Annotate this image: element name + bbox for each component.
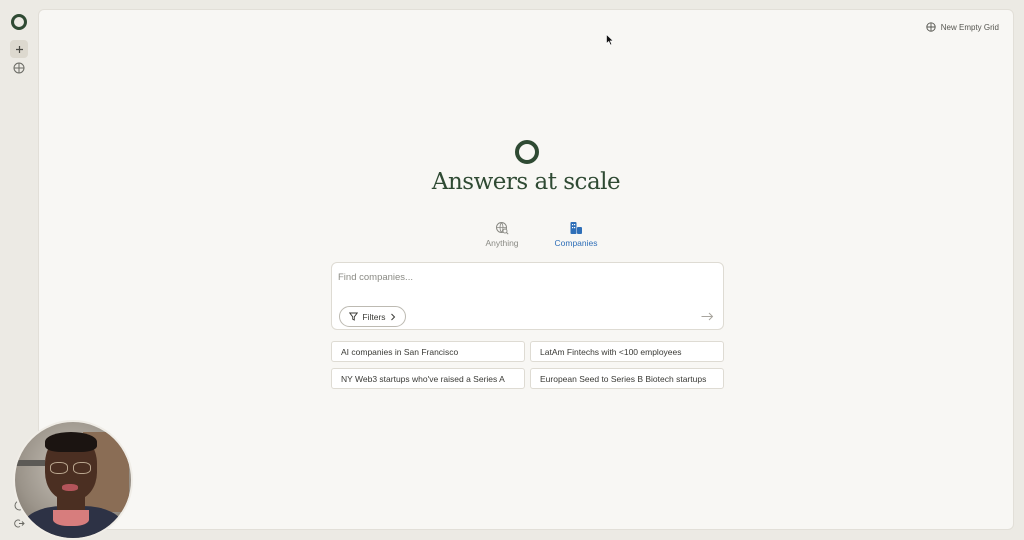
search-box: Filters [331, 262, 724, 330]
webcam-background [15, 460, 45, 466]
webcam-person [45, 432, 97, 452]
filter-icon [349, 312, 359, 321]
building-icon [570, 222, 582, 234]
mouse-cursor-icon [606, 33, 614, 51]
globe-search-icon [496, 222, 509, 235]
suggestion-chip[interactable]: LatAm Fintechs with <100 employees [530, 341, 724, 362]
search-mode-tabs: Anything Companies [459, 221, 619, 249]
webcam-overlay [13, 420, 133, 540]
main-panel: New Empty Grid Answers at scale Anything… [38, 9, 1014, 530]
suggestion-chip[interactable]: AI companies in San Francisco [331, 341, 525, 362]
filters-button[interactable]: Filters [339, 306, 406, 327]
suggestion-chip[interactable]: European Seed to Series B Biotech startu… [530, 368, 724, 389]
webcam-person [62, 484, 78, 491]
plus-icon[interactable] [10, 40, 28, 58]
new-empty-grid-label: New Empty Grid [940, 22, 999, 32]
brand-logo [515, 140, 539, 164]
grid-icon [926, 22, 936, 32]
tab-companies[interactable]: Companies [546, 221, 606, 249]
arrow-right-icon [701, 312, 713, 320]
grid-icon[interactable] [10, 59, 28, 77]
webcam-person [50, 462, 68, 474]
filters-label: Filters [362, 311, 386, 322]
submit-arrow-button[interactable] [699, 309, 715, 323]
tab-anything[interactable]: Anything [472, 221, 532, 249]
webcam-person [73, 462, 91, 474]
webcam-person [53, 510, 89, 526]
suggestion-chip[interactable]: NY Web3 startups who've raised a Series … [331, 368, 525, 389]
tab-companies-label: Companies [554, 238, 598, 248]
app-logo[interactable] [11, 14, 27, 30]
chevron-right-icon [390, 313, 395, 320]
new-empty-grid-button[interactable]: New Empty Grid [926, 22, 999, 32]
tab-anything-label: Anything [485, 238, 519, 248]
search-input[interactable] [338, 269, 718, 285]
page-title: Answers at scale [431, 169, 621, 195]
